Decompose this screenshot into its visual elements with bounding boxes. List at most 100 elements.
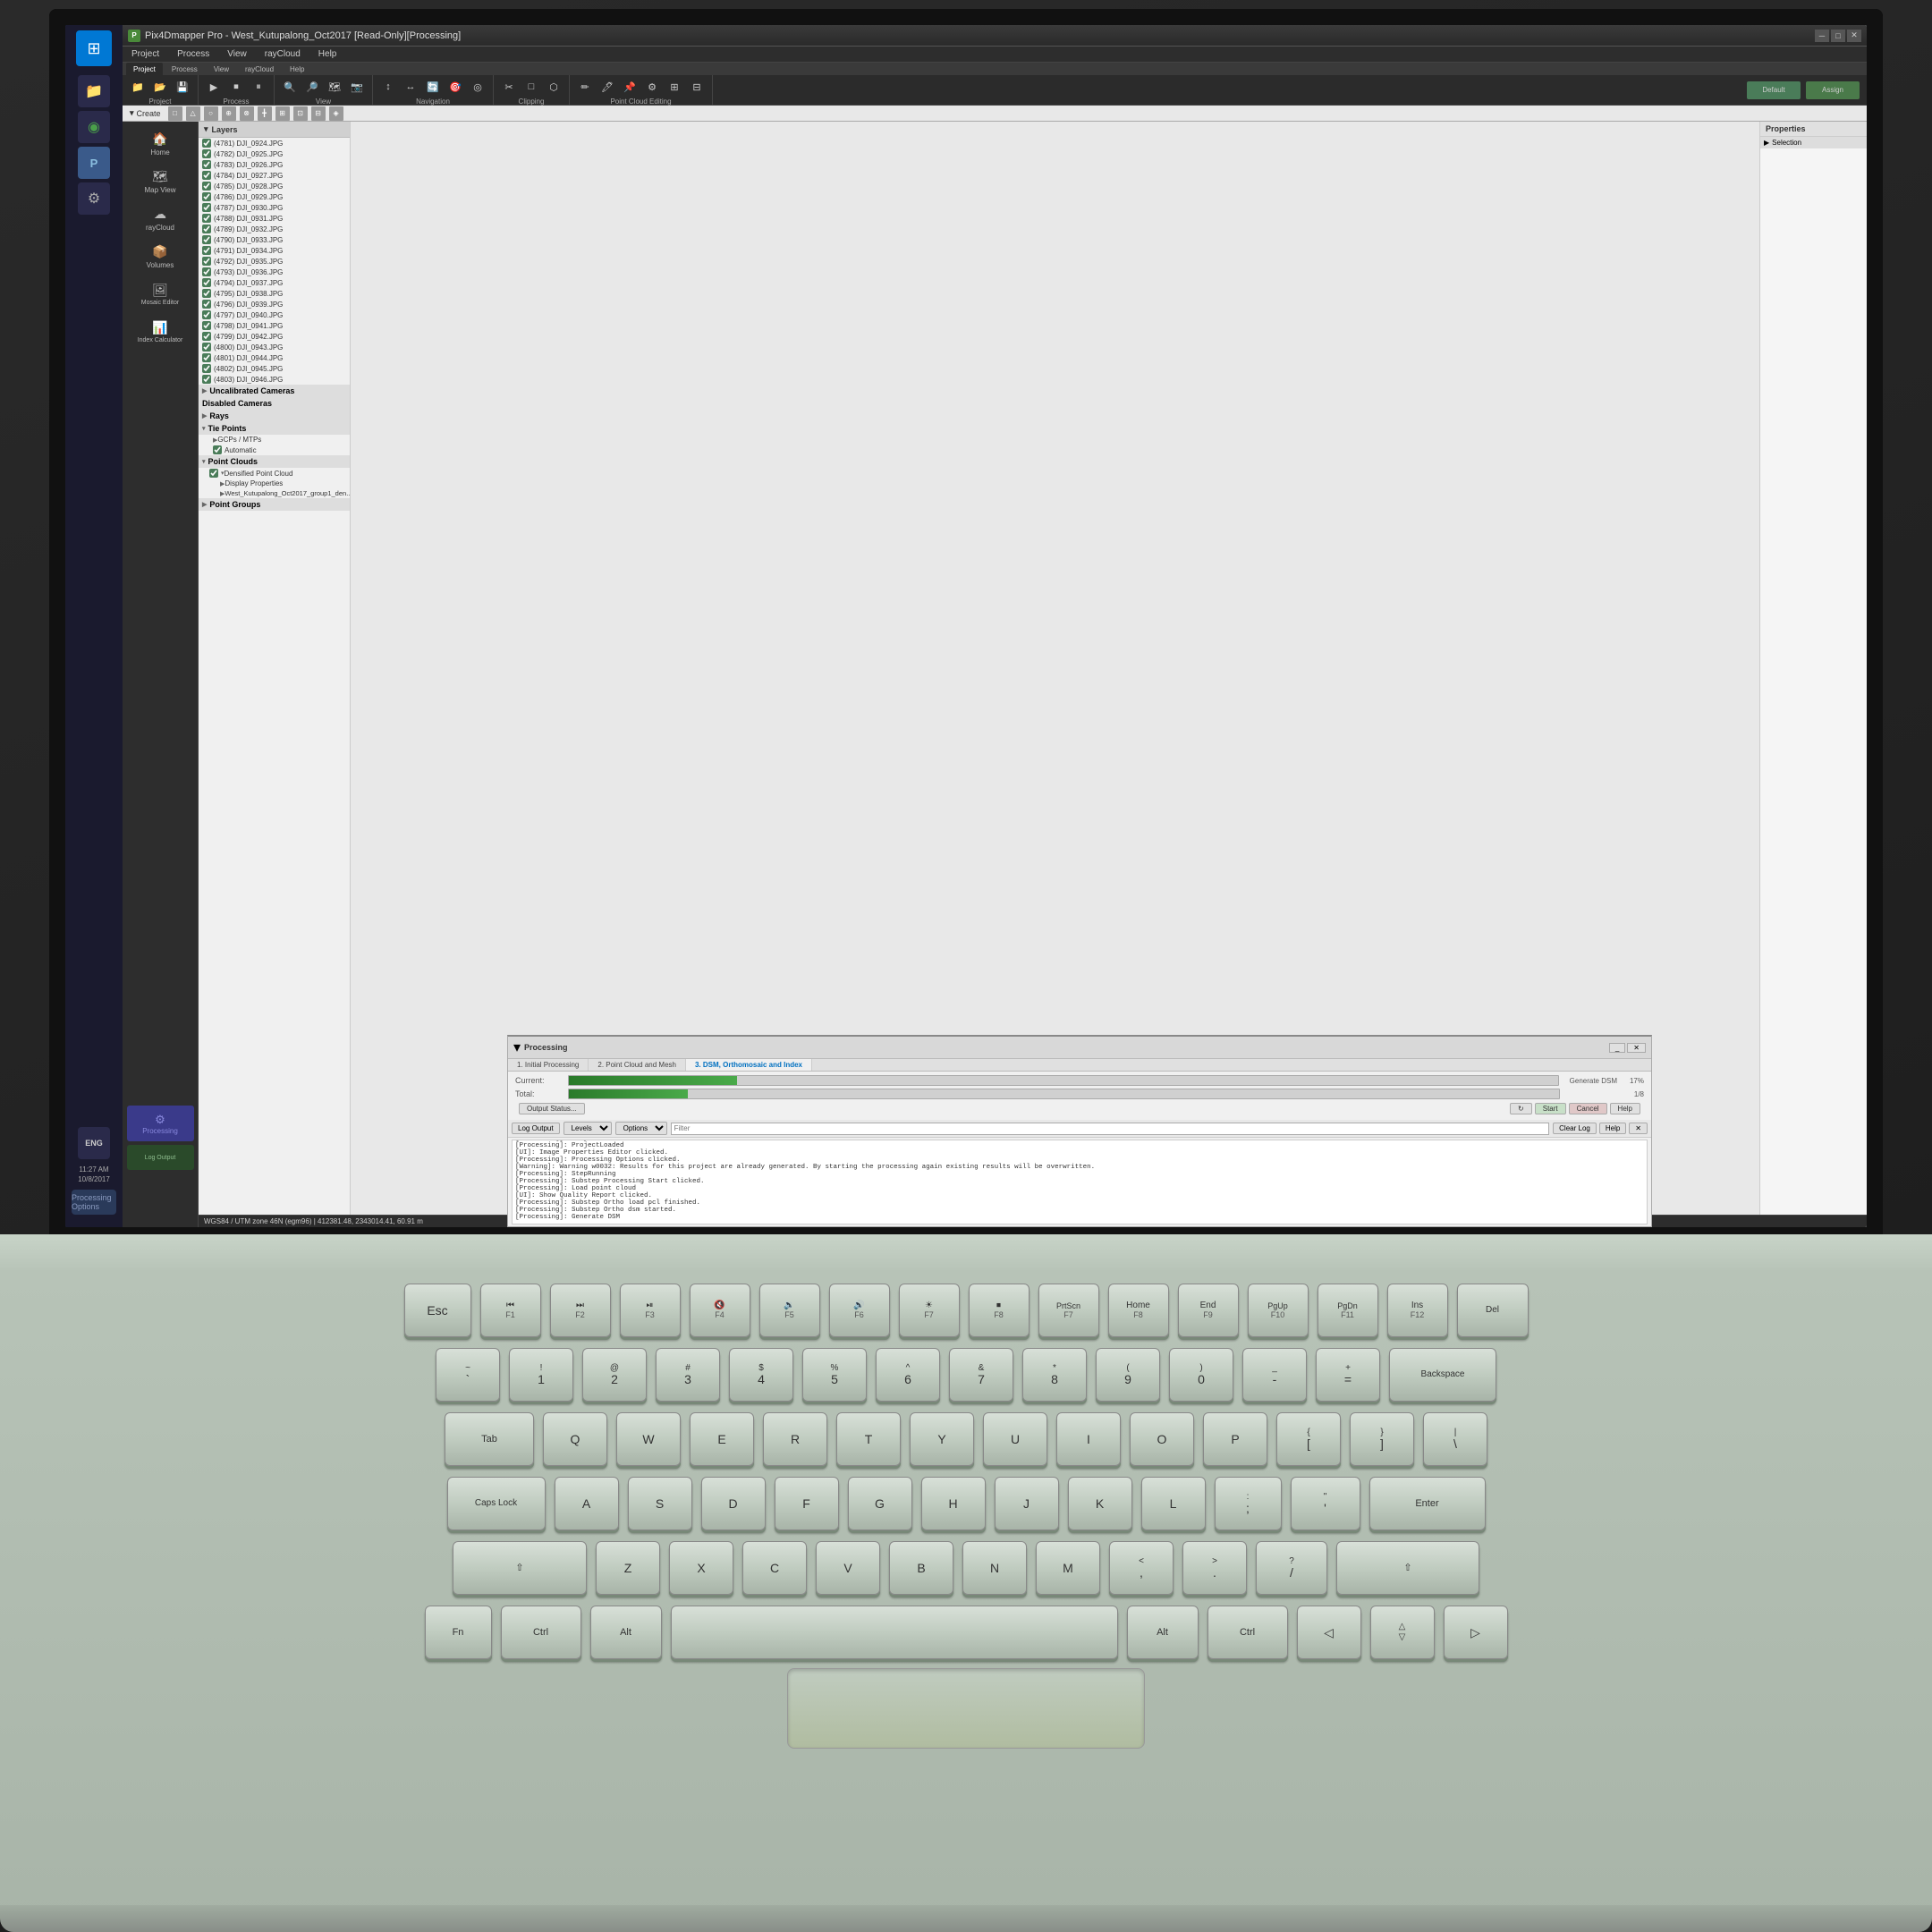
- start-btn[interactable]: Start: [1535, 1103, 1566, 1114]
- key-z[interactable]: Z: [596, 1541, 660, 1595]
- nav-btn4[interactable]: 🎯: [445, 77, 465, 97]
- layer-gcps[interactable]: ▶ GCPs / MTPs: [199, 435, 350, 445]
- key-tab[interactable]: Tab: [445, 1412, 534, 1466]
- key-rbracket[interactable]: }]: [1350, 1412, 1414, 1466]
- levels-dropdown[interactable]: Levels: [564, 1122, 612, 1135]
- cancel-btn[interactable]: Cancel: [1569, 1103, 1607, 1114]
- key-esc[interactable]: Esc: [404, 1284, 471, 1337]
- key-o[interactable]: O: [1130, 1412, 1194, 1466]
- key-s[interactable]: S: [628, 1477, 692, 1530]
- camera-btn[interactable]: 📷: [347, 77, 367, 97]
- layer-item-19[interactable]: (4800) DJI_0943.JPG: [199, 342, 350, 352]
- key-shift-left[interactable]: ⇧: [453, 1541, 587, 1595]
- log-close-btn[interactable]: ✕: [1629, 1123, 1648, 1134]
- save-btn[interactable]: 💾: [173, 77, 192, 97]
- key-left[interactable]: ◁: [1297, 1606, 1361, 1659]
- options-dropdown[interactable]: Options: [615, 1122, 667, 1135]
- key-m[interactable]: M: [1036, 1541, 1100, 1595]
- sidebar-index[interactable]: 📊 Index Calculator: [127, 314, 194, 350]
- key-space[interactable]: [671, 1606, 1118, 1659]
- layer-item-17[interactable]: (4798) DJI_0941.JPG: [199, 320, 350, 331]
- key-7[interactable]: &7: [949, 1348, 1013, 1402]
- layer-item-5[interactable]: (4786) DJI_0929.JPG: [199, 191, 350, 202]
- key-right[interactable]: ▷: [1444, 1606, 1508, 1659]
- run-btn[interactable]: ▶: [204, 77, 224, 97]
- layer-item-18[interactable]: (4799) DJI_0942.JPG: [199, 331, 350, 342]
- key-enter[interactable]: Enter: [1369, 1477, 1486, 1530]
- key-f1[interactable]: ⏮F1: [480, 1284, 541, 1337]
- key-g[interactable]: G: [848, 1477, 912, 1530]
- key-p[interactable]: P: [1203, 1412, 1267, 1466]
- layer-densified[interactable]: ▾ Densified Point Cloud: [199, 468, 350, 479]
- key-1[interactable]: !1: [509, 1348, 573, 1402]
- create-icon-2[interactable]: △: [186, 106, 200, 121]
- sidebar-mosaic[interactable]: 🖼 Mosaic Editor: [127, 276, 194, 312]
- clip-btn3[interactable]: ⬡: [544, 77, 564, 97]
- key-f3[interactable]: ⏯F3: [620, 1284, 681, 1337]
- minimize-button[interactable]: ─: [1815, 30, 1829, 42]
- nav-btn3[interactable]: 🔄: [423, 77, 443, 97]
- create-icon-4[interactable]: ⊕: [222, 106, 236, 121]
- key-f6[interactable]: 🔊F6: [829, 1284, 890, 1337]
- key-updown[interactable]: △ ▽: [1370, 1606, 1435, 1659]
- default-btn[interactable]: Default: [1747, 81, 1801, 99]
- key-j[interactable]: J: [995, 1477, 1059, 1530]
- refresh-btn[interactable]: ↻: [1510, 1103, 1532, 1114]
- key-pgup[interactable]: PgUpF10: [1248, 1284, 1309, 1337]
- pce-btn5[interactable]: ⊞: [665, 77, 684, 97]
- layer-item-13[interactable]: (4794) DJI_0937.JPG: [199, 277, 350, 288]
- key-fn[interactable]: Fn: [425, 1606, 492, 1659]
- key-prtscn[interactable]: PrtScnF7: [1038, 1284, 1099, 1337]
- layer-item-11[interactable]: (4792) DJI_0935.JPG: [199, 256, 350, 267]
- layer-item-21[interactable]: (4802) DJI_0945.JPG: [199, 363, 350, 374]
- maximize-button[interactable]: □: [1831, 30, 1845, 42]
- key-quote[interactable]: "': [1291, 1477, 1360, 1530]
- proc-tab-1[interactable]: 1. Initial Processing: [508, 1059, 589, 1071]
- proc-tab-2[interactable]: 2. Point Cloud and Mesh: [589, 1059, 686, 1071]
- layer-item-15[interactable]: (4796) DJI_0939.JPG: [199, 299, 350, 309]
- filter-input[interactable]: [671, 1123, 1550, 1135]
- key-period[interactable]: >.: [1182, 1541, 1247, 1595]
- zoom-out-btn[interactable]: 🔎: [302, 77, 322, 97]
- tab-raycloud[interactable]: rayCloud: [238, 63, 281, 75]
- key-a[interactable]: A: [555, 1477, 619, 1530]
- taskbar-language[interactable]: ENG: [78, 1127, 110, 1159]
- key-backspace[interactable]: Backspace: [1389, 1348, 1496, 1402]
- layer-item-6[interactable]: (4787) DJI_0930.JPG: [199, 202, 350, 213]
- layer-item-3[interactable]: (4784) DJI_0927.JPG: [199, 170, 350, 181]
- key-del[interactable]: Del: [1457, 1284, 1529, 1337]
- sidebar-home[interactable]: 🏠 Home: [127, 126, 194, 162]
- pce-btn1[interactable]: ✏: [575, 77, 595, 97]
- layer-item-8[interactable]: (4789) DJI_0932.JPG: [199, 224, 350, 234]
- category-uncalibrated[interactable]: ▶ Uncalibrated Cameras: [199, 385, 350, 397]
- sidebar-map-view[interactable]: 🗺 Map View: [127, 164, 194, 199]
- map-btn[interactable]: 🗺: [325, 77, 344, 97]
- key-n[interactable]: N: [962, 1541, 1027, 1595]
- create-icon-5[interactable]: ⊗: [240, 106, 254, 121]
- key-lbracket[interactable]: {[: [1276, 1412, 1341, 1466]
- layer-display-props[interactable]: ▶ Display Properties: [199, 479, 350, 488]
- clear-log-btn[interactable]: Clear Log: [1553, 1123, 1597, 1134]
- key-ctrl-right[interactable]: Ctrl: [1208, 1606, 1288, 1659]
- stop-btn[interactable]: ⏹: [226, 77, 246, 97]
- processing-btn[interactable]: ⚙ Processing: [127, 1106, 194, 1141]
- menu-view[interactable]: View: [224, 49, 250, 59]
- create-icon-9[interactable]: ⊟: [311, 106, 326, 121]
- key-f5[interactable]: 🔉F5: [759, 1284, 820, 1337]
- help-btn[interactable]: Help: [1610, 1103, 1640, 1114]
- key-f2[interactable]: ⏭F2: [550, 1284, 611, 1337]
- key-i[interactable]: I: [1056, 1412, 1121, 1466]
- key-home[interactable]: HomeF8: [1108, 1284, 1169, 1337]
- key-end[interactable]: EndF9: [1178, 1284, 1239, 1337]
- key-4[interactable]: $4: [729, 1348, 793, 1402]
- menu-raycloud[interactable]: rayCloud: [261, 49, 304, 59]
- key-equals[interactable]: +=: [1316, 1348, 1380, 1402]
- key-alt-right[interactable]: Alt: [1127, 1606, 1199, 1659]
- zoom-in-btn[interactable]: 🔍: [280, 77, 300, 97]
- layer-item-7[interactable]: (4788) DJI_0931.JPG: [199, 213, 350, 224]
- key-3[interactable]: #3: [656, 1348, 720, 1402]
- menu-help[interactable]: Help: [315, 49, 341, 59]
- menu-process[interactable]: Process: [174, 49, 213, 59]
- key-2[interactable]: @2: [582, 1348, 647, 1402]
- key-f[interactable]: F: [775, 1477, 839, 1530]
